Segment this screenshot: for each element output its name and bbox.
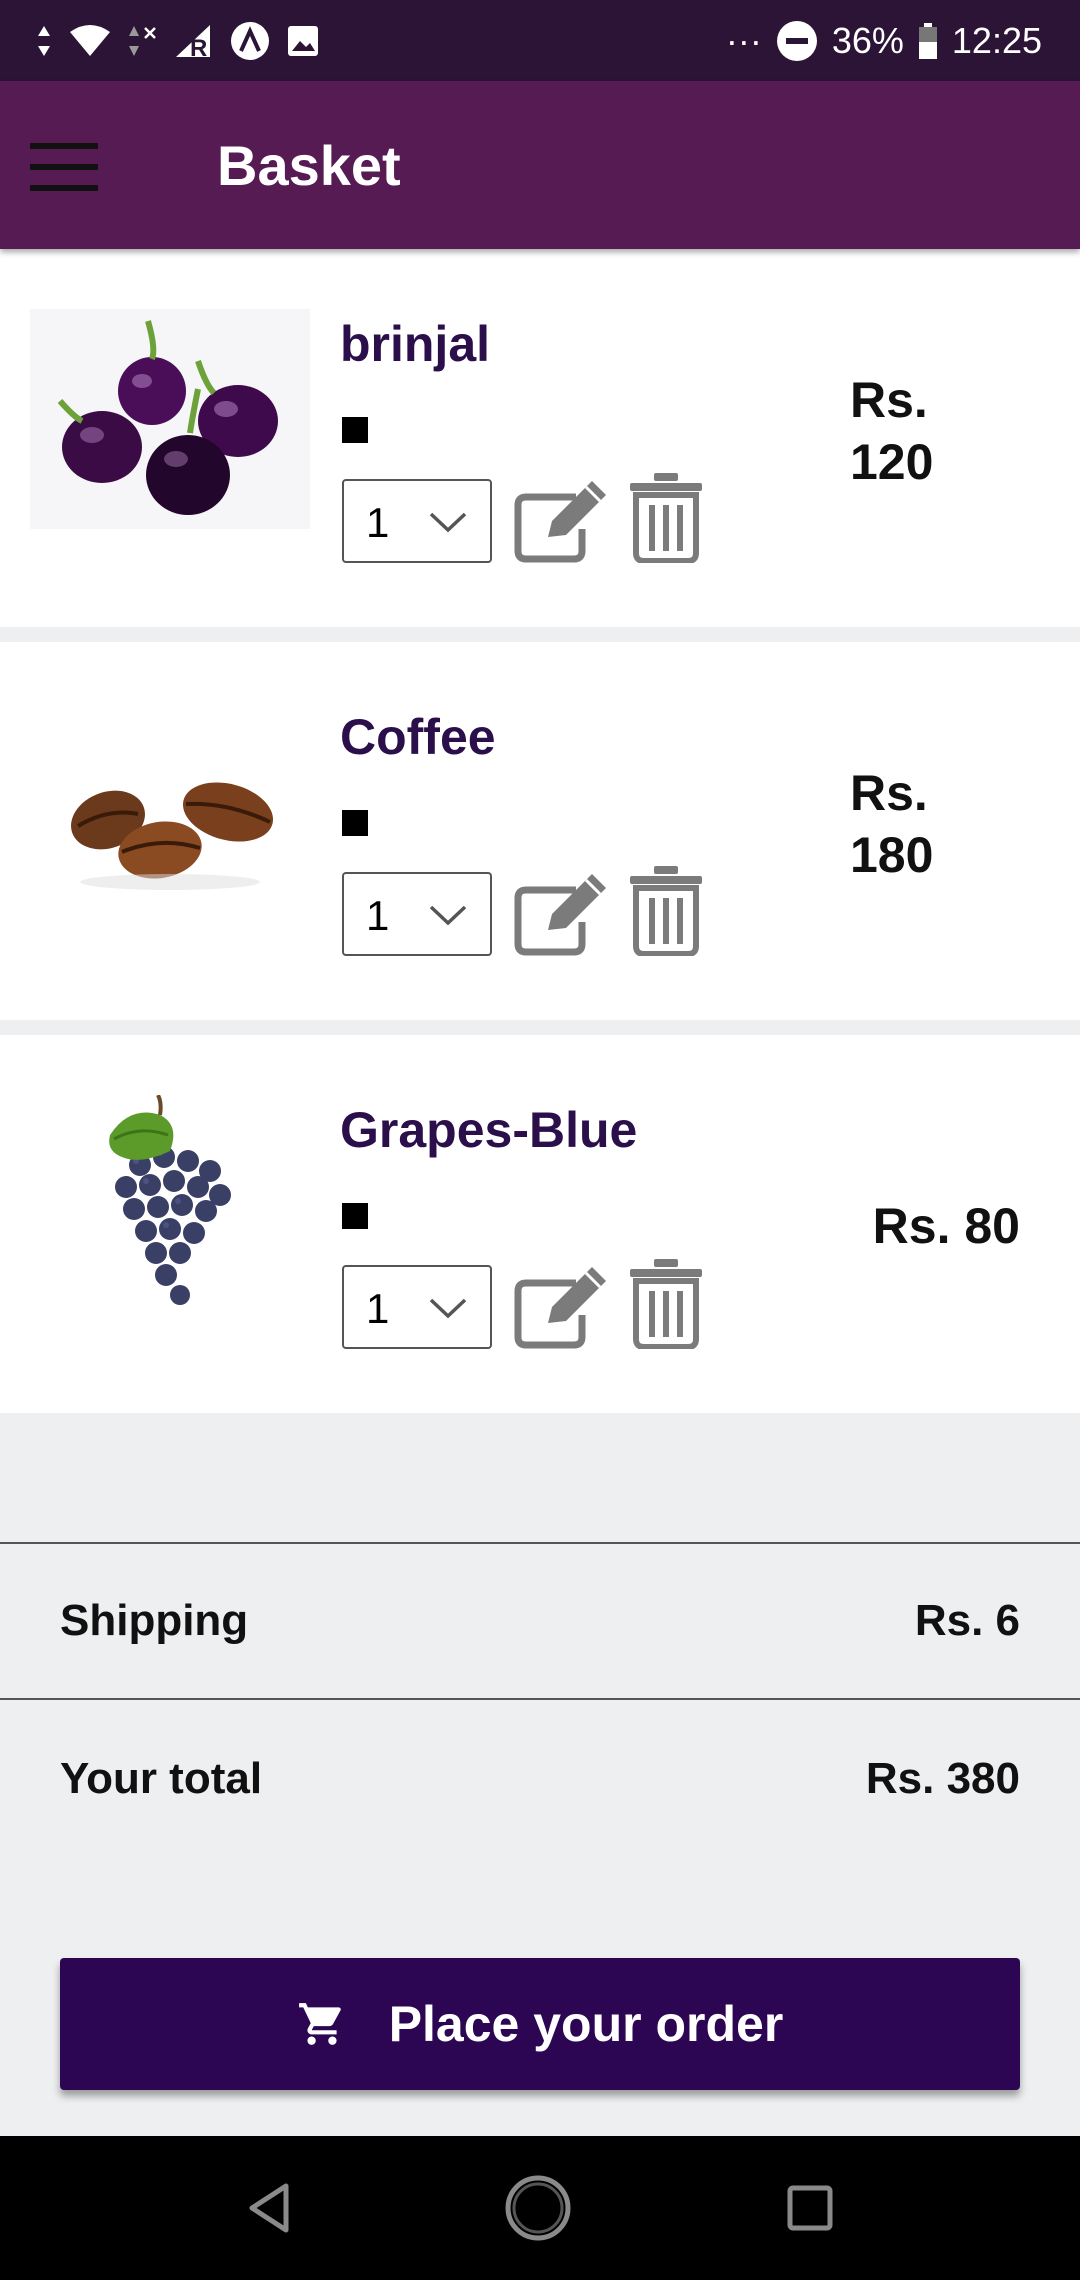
home-icon[interactable]	[502, 2172, 574, 2244]
app-bar: Basket	[0, 81, 1080, 249]
battery-icon	[918, 23, 937, 59]
trash-icon[interactable]	[628, 864, 704, 957]
total-row: Your total Rs. 380	[60, 1754, 1020, 1804]
page-title: Basket	[217, 134, 401, 197]
do-not-disturb-icon	[776, 21, 817, 61]
wifi-icon	[70, 25, 110, 56]
basket-item: brinjal 1 Rs. 120	[0, 249, 1080, 627]
item-name: Grapes-Blue	[340, 1102, 638, 1158]
variant-swatch	[342, 810, 368, 836]
edit-icon[interactable]	[514, 868, 608, 956]
svg-text:R: R	[190, 35, 207, 59]
app-logo-icon	[231, 22, 269, 60]
quantity-dropdown[interactable]: 1	[342, 872, 492, 956]
place-order-label: Place your order	[388, 1996, 784, 2052]
status-bar: R ··· 36% 12:25	[0, 0, 1080, 81]
basket-item: Coffee 1 Rs. 180	[0, 642, 1080, 1020]
cart-icon	[298, 2003, 341, 2045]
quantity-value: 1	[366, 499, 390, 546]
clock: 12:25	[951, 20, 1042, 61]
status-icons-left: R	[36, 18, 320, 64]
edit-icon[interactable]	[514, 475, 608, 563]
item-price: Rs. 80	[872, 1198, 1020, 1254]
more-notifications-icon: ···	[725, 20, 762, 61]
quantity-value: 1	[366, 1285, 390, 1332]
eggplant-photo	[30, 309, 310, 529]
blue-grapes-photo	[30, 1095, 310, 1315]
shipping-value: Rs. 6	[914, 1596, 1020, 1645]
coffee-beans-photo	[30, 702, 310, 922]
image-notification-icon	[288, 26, 318, 56]
variant-swatch	[342, 417, 368, 443]
signal-roaming-icon: R	[176, 25, 210, 59]
item-price: Rs. 180	[850, 765, 934, 883]
chevron-down-icon	[429, 1298, 467, 1319]
total-value: Rs. 380	[865, 1754, 1020, 1803]
trash-icon[interactable]	[628, 1257, 704, 1350]
divider	[0, 1542, 1080, 1544]
shipping-row: Shipping Rs. 6	[60, 1596, 1020, 1646]
system-nav-bar	[0, 2136, 1080, 2280]
data-arrows-icon	[38, 26, 50, 56]
recents-icon[interactable]	[774, 2172, 846, 2244]
item-price: Rs. 120	[850, 372, 934, 490]
back-icon[interactable]	[234, 2172, 306, 2244]
trash-icon[interactable]	[628, 471, 704, 564]
item-name: Coffee	[340, 709, 496, 765]
variant-swatch	[342, 1203, 368, 1229]
basket-item: Grapes-Blue 1 Rs. 80	[0, 1035, 1080, 1413]
battery-percent: 36%	[831, 20, 904, 61]
total-label: Your total	[60, 1754, 263, 1803]
mobile-data-icon	[129, 26, 156, 56]
quantity-value: 1	[366, 892, 390, 939]
status-icons-right: ··· 36% 12:25	[726, 16, 1042, 66]
chevron-down-icon	[429, 905, 467, 926]
divider	[0, 1698, 1080, 1700]
hamburger-menu-icon[interactable]	[30, 143, 98, 191]
chevron-down-icon	[429, 512, 467, 533]
place-order-button[interactable]: Place your order	[60, 1958, 1020, 2090]
item-name: brinjal	[340, 316, 491, 372]
edit-icon[interactable]	[514, 1261, 608, 1349]
quantity-dropdown[interactable]: 1	[342, 1265, 492, 1349]
shipping-label: Shipping	[60, 1596, 249, 1645]
quantity-dropdown[interactable]: 1	[342, 479, 492, 563]
